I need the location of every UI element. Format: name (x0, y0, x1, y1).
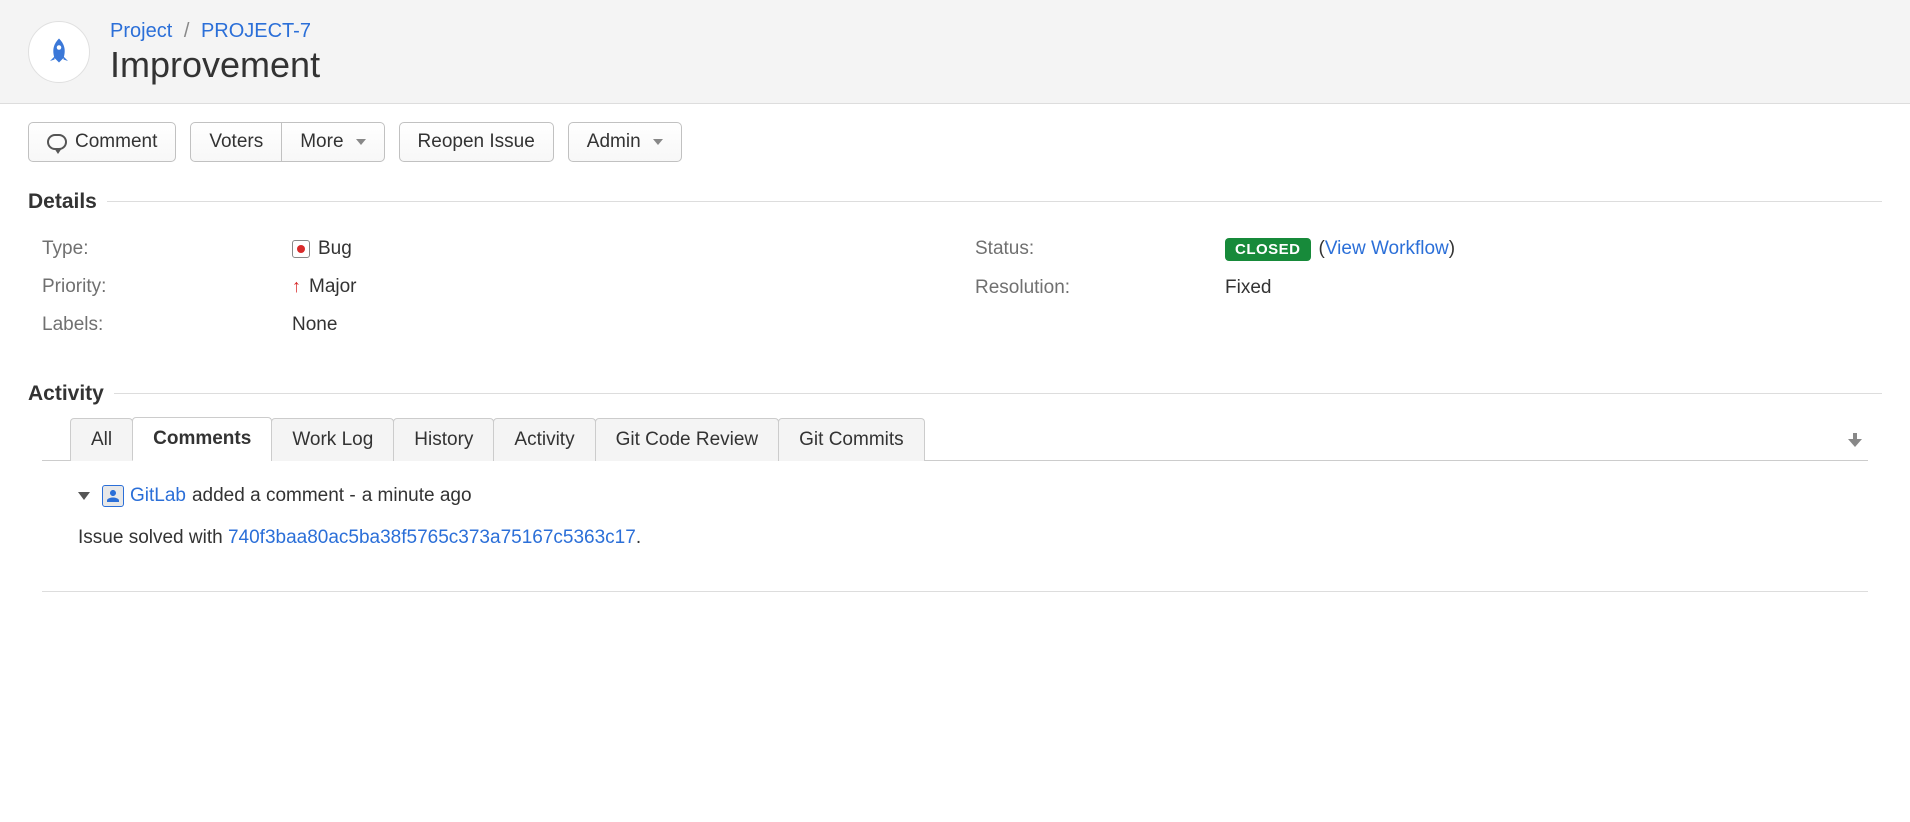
tab-git-code-review[interactable]: Git Code Review (595, 418, 780, 461)
view-workflow-link[interactable]: View Workflow (1325, 238, 1449, 259)
comment-author-link[interactable]: GitLab (130, 485, 186, 507)
collapse-toggle-icon[interactable] (78, 492, 90, 500)
comment-button[interactable]: Comment (28, 122, 176, 162)
comment-icon (47, 134, 67, 150)
detail-row-resolution: Resolution: Fixed (975, 269, 1868, 307)
details-heading: Details (28, 190, 97, 214)
details-grid: Type: Bug Priority: ↑ Major Labels: None (28, 224, 1882, 364)
breadcrumb-issue-link[interactable]: PROJECT-7 (201, 20, 311, 42)
detail-row-type: Type: Bug (42, 230, 935, 268)
type-label: Type: (42, 238, 292, 260)
commit-hash-link[interactable]: 740f3baa80ac5ba38f5765c373a75167c5363c17 (228, 527, 636, 548)
activity-section: Activity All Comments Work Log History A… (0, 364, 1910, 592)
status-badge: CLOSED (1225, 238, 1311, 261)
resolution-label: Resolution: (975, 277, 1225, 299)
more-button-label: More (300, 131, 343, 153)
labels-value: None (292, 314, 935, 336)
detail-row-status: Status: CLOSED (View Workflow) (975, 230, 1868, 269)
detail-row-labels: Labels: None (42, 306, 935, 344)
tab-git-commits[interactable]: Git Commits (778, 418, 925, 461)
divider (107, 201, 1882, 202)
more-button[interactable]: More (281, 122, 384, 162)
comment-action-text: added a comment - (192, 485, 356, 507)
chevron-down-icon (356, 139, 366, 145)
priority-label: Priority: (42, 276, 292, 298)
bug-icon (292, 240, 310, 258)
labels-label: Labels: (42, 314, 292, 336)
divider (114, 393, 1882, 394)
tab-history[interactable]: History (393, 418, 494, 461)
activity-tabs: All Comments Work Log History Activity G… (42, 416, 1868, 461)
status-label: Status: (975, 238, 1225, 260)
toolbar: Comment Voters More Reopen Issue Admin (0, 104, 1910, 172)
admin-button-label: Admin (587, 131, 641, 153)
activity-heading: Activity (28, 382, 104, 406)
comment-body-suffix: . (636, 527, 641, 548)
breadcrumb: Project / PROJECT-7 (110, 20, 320, 43)
reopen-issue-button[interactable]: Reopen Issue (399, 122, 554, 162)
header-bar: Project / PROJECT-7 Improvement (0, 0, 1910, 104)
status-value: CLOSED (View Workflow) (1225, 238, 1868, 261)
arrow-down-icon (1848, 433, 1862, 447)
comment-button-label: Comment (75, 131, 157, 153)
comment-body-prefix: Issue solved with (78, 527, 228, 548)
divider (42, 591, 1868, 592)
tab-all[interactable]: All (70, 418, 133, 461)
page-title: Improvement (110, 45, 320, 85)
tab-comments[interactable]: Comments (132, 417, 272, 461)
priority-text: Major (309, 276, 357, 298)
detail-row-priority: Priority: ↑ Major (42, 268, 935, 306)
voters-button[interactable]: Voters (190, 122, 282, 162)
priority-up-icon: ↑ (292, 276, 301, 297)
scroll-to-bottom-button[interactable] (1848, 431, 1868, 460)
tab-work-log[interactable]: Work Log (271, 418, 394, 461)
details-section: Details Type: Bug Priority: ↑ Major Labe… (0, 172, 1910, 364)
paren-close: ) (1449, 238, 1455, 259)
resolution-value: Fixed (1225, 277, 1868, 299)
user-avatar-icon (102, 485, 124, 507)
breadcrumb-separator: / (184, 20, 190, 42)
breadcrumb-project-link[interactable]: Project (110, 20, 172, 42)
rocket-icon (41, 34, 77, 70)
type-text: Bug (318, 238, 352, 260)
activity-header: Activity (28, 382, 1882, 406)
reopen-issue-button-label: Reopen Issue (418, 131, 535, 153)
details-header: Details (28, 190, 1882, 214)
comment-timestamp: a minute ago (362, 485, 472, 507)
comment-header: GitLab added a comment - a minute ago (78, 485, 1868, 507)
admin-button[interactable]: Admin (568, 122, 682, 162)
voters-button-label: Voters (209, 131, 263, 153)
project-avatar (28, 21, 90, 83)
header-text: Project / PROJECT-7 Improvement (110, 20, 320, 85)
chevron-down-icon (653, 139, 663, 145)
comment-body: Issue solved with 740f3baa80ac5ba38f5765… (78, 517, 1868, 577)
type-value: Bug (292, 238, 935, 260)
comment-item: GitLab added a comment - a minute ago Is… (28, 461, 1882, 591)
tab-activity[interactable]: Activity (493, 418, 595, 461)
priority-value: ↑ Major (292, 276, 935, 298)
